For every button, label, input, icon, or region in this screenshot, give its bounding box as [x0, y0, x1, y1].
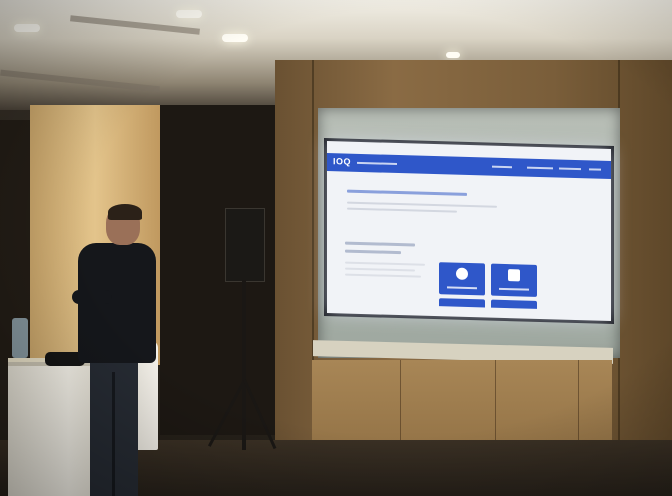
nav-text — [357, 161, 397, 165]
hero-heading — [347, 189, 467, 196]
nav-text — [527, 166, 553, 170]
nav-text — [492, 165, 512, 169]
website-navbar: IOQ — [327, 153, 611, 179]
section-heading — [345, 241, 415, 247]
ceiling-light — [222, 34, 248, 42]
hero-text — [347, 201, 497, 208]
tripod-pole — [242, 280, 246, 450]
presenter-legs-gap — [112, 372, 115, 496]
check-circle-icon — [456, 267, 468, 280]
section-text — [345, 261, 425, 266]
presenter-arm — [72, 290, 112, 304]
feature-tile — [491, 263, 537, 297]
hero-text — [347, 207, 457, 213]
tile-caption — [447, 286, 477, 290]
nav-text — [559, 167, 581, 171]
tile-caption — [499, 287, 529, 291]
section-text — [345, 273, 421, 278]
ceiling-light — [176, 10, 202, 18]
feature-tile-partial — [491, 299, 537, 309]
ceiling-light — [14, 24, 40, 32]
ceiling-light — [446, 52, 460, 58]
speaker — [225, 208, 265, 282]
tv-screen: IOQ — [327, 141, 611, 321]
bottle — [12, 318, 28, 358]
grid-icon — [508, 269, 520, 282]
nav-text — [589, 168, 601, 171]
section-text — [345, 267, 415, 272]
section-heading — [345, 249, 401, 255]
feature-tile-partial — [439, 298, 485, 308]
conference-room-photo: IOQ — [0, 0, 672, 496]
feature-tile — [439, 262, 485, 296]
brand-logo: IOQ — [333, 156, 352, 167]
presenter-hair — [108, 204, 142, 220]
